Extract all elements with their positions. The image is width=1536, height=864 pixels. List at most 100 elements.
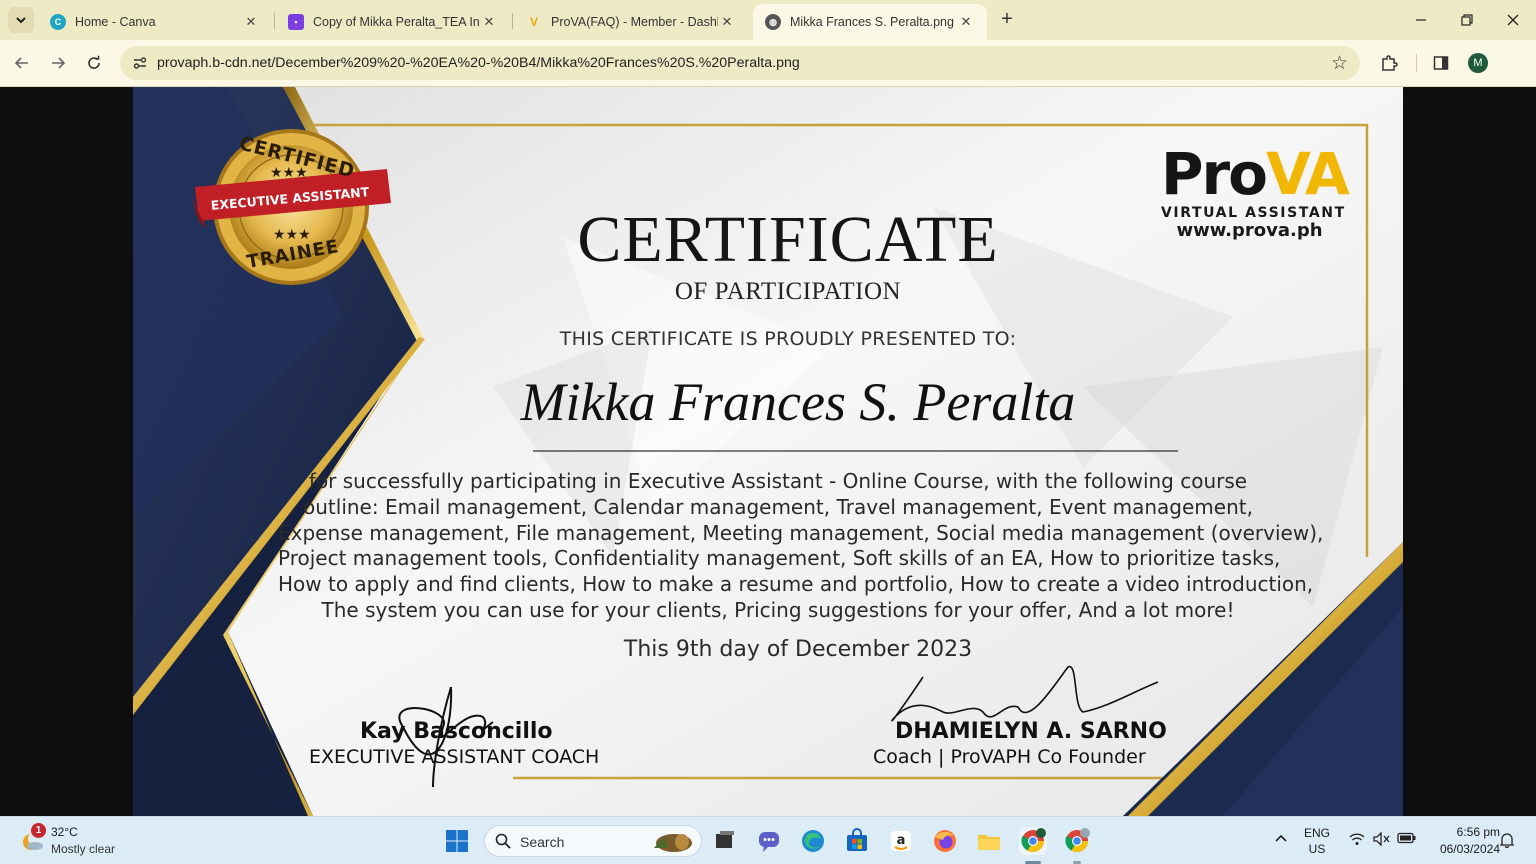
tab-title: Home - Canva <box>75 15 156 29</box>
taskbar: 1 32°C Mostly clear Search a ENG US 6:56… <box>0 816 1536 864</box>
body-line: Project management tools, Confidentialit… <box>278 546 1281 571</box>
clock-date: 06/03/2024 <box>1439 842 1500 856</box>
browser-toolbar: provaph.b-cdn.net/December%209%20-%20EA%… <box>0 40 1536 87</box>
puzzle-icon <box>1382 55 1398 71</box>
file-explorer-button[interactable] <box>975 827 1003 855</box>
tab-separator <box>512 13 513 29</box>
close-icon[interactable]: ✕ <box>718 14 736 30</box>
prova-icon: V <box>529 15 538 29</box>
system-clock[interactable]: 6:56 pm 06/03/2024 <box>1430 824 1500 858</box>
canva-icon: C <box>50 14 66 30</box>
tab-canva-home[interactable]: C Home - Canva ✕ <box>38 4 272 40</box>
teams-chat-button[interactable] <box>755 827 783 855</box>
chevron-up-icon <box>1275 834 1287 842</box>
tab-title: Copy of Mikka Peralta_TEA Interview <box>313 15 480 29</box>
signer-role-right: Coach | ProVAPH Co Founder <box>873 746 1146 768</box>
back-button[interactable] <box>10 51 34 75</box>
language-top: ENG <box>1304 826 1331 840</box>
chrome-button-active[interactable] <box>1019 827 1047 855</box>
reload-button[interactable] <box>82 51 106 75</box>
url-text[interactable]: provaph.b-cdn.net/December%209%20-%20EA%… <box>157 55 800 71</box>
body-line: for successfully participating in Execut… <box>308 469 1248 493</box>
language-bottom: US <box>1308 842 1326 856</box>
firefox-icon <box>934 830 956 852</box>
seal-stars-top: ★★★ <box>270 165 308 181</box>
side-panel-button[interactable] <box>1430 52 1452 74</box>
search-highlight-icon <box>654 834 692 852</box>
globe-icon: ◍ <box>765 14 781 30</box>
windows-start-icon[interactable] <box>445 829 469 853</box>
tab-title: ProVA(FAQ) - Member - Dashboard <box>551 15 718 29</box>
store-button[interactable] <box>843 827 871 855</box>
body-line: Expense management, File management, Mee… <box>278 520 1324 545</box>
close-icon[interactable]: ✕ <box>242 14 260 30</box>
svg-text:a: a <box>897 833 906 848</box>
body-line: The system you can use for your clients,… <box>321 597 1235 622</box>
show-hidden-icons[interactable] <box>1274 832 1288 846</box>
close-window-button[interactable] <box>1490 6 1536 34</box>
edge-button[interactable] <box>799 827 827 855</box>
language-indicator[interactable]: ENG US <box>1304 825 1330 857</box>
tab-canva-doc[interactable]: ▪ Copy of Mikka Peralta_TEA Interview ✕ <box>276 4 510 40</box>
close-icon <box>1507 14 1519 26</box>
chat-icon <box>759 832 779 852</box>
certificate-image: CERTIFIED ★★★ EXECUTIVE ASSISTANT ★★★ TR… <box>133 87 1403 816</box>
restore-button[interactable] <box>1444 6 1490 34</box>
toolbar-divider <box>1416 54 1417 72</box>
side-panel-icon <box>1433 56 1449 70</box>
date-line: This 9th day of December 2023 <box>623 637 973 662</box>
minimize-button[interactable] <box>1398 6 1444 34</box>
address-bar[interactable]: provaph.b-cdn.net/December%209%20-%20EA%… <box>120 46 1360 80</box>
folder-icon <box>978 835 1000 850</box>
wifi-status[interactable] <box>1349 832 1365 849</box>
recipient-name: Mikka Frances S. Peralta <box>520 372 1076 432</box>
task-view-icon <box>716 831 734 848</box>
minimize-icon <box>1416 19 1426 21</box>
site-info-icon[interactable] <box>132 55 148 71</box>
volume-status[interactable] <box>1373 831 1391 849</box>
battery-status[interactable] <box>1397 832 1417 847</box>
taskbar-search[interactable]: Search <box>484 825 702 857</box>
wifi-icon <box>1349 833 1365 845</box>
notifications-button[interactable] <box>1499 832 1515 851</box>
signer-name-left: Kay Basconcillo <box>360 719 553 744</box>
extensions-button[interactable] <box>1378 52 1400 74</box>
search-label: Search <box>520 834 565 850</box>
body-line: outline: Email management, Calendar mana… <box>303 494 1253 519</box>
tab-prova-dashboard[interactable]: V ProVA(FAQ) - Member - Dashboard ✕ <box>514 4 748 40</box>
close-icon[interactable]: ✕ <box>480 14 498 30</box>
weather-temperature[interactable]: 32°C <box>51 825 78 839</box>
amazon-button[interactable]: a <box>887 827 915 855</box>
signer-name-right: DHAMIELYN A. SARNO <box>895 719 1167 744</box>
edge-icon <box>802 830 824 852</box>
chrome-profile-icon <box>1065 828 1090 852</box>
weather-badge: 1 <box>31 823 46 838</box>
new-tab-button[interactable]: + <box>996 8 1018 30</box>
arrow-right-icon <box>52 57 66 69</box>
store-icon <box>847 828 867 851</box>
firefox-button[interactable] <box>931 827 959 855</box>
tab-separator <box>274 13 275 29</box>
tab-strip: C Home - Canva ✕ ▪ Copy of Mikka Peralta… <box>0 0 1536 40</box>
profile-avatar[interactable]: M <box>1468 53 1488 73</box>
volume-muted-icon <box>1373 831 1390 847</box>
certificate-subtitle: OF PARTICIPATION <box>674 278 902 305</box>
chrome-icon <box>1021 828 1046 852</box>
tab-certificate[interactable]: ◍ Mikka Frances S. Peralta.png (2... ✕ <box>753 4 987 40</box>
tab-title: Mikka Frances S. Peralta.png (2... <box>790 15 957 29</box>
search-icon <box>495 833 511 849</box>
forward-button[interactable] <box>46 51 70 75</box>
presented-to-text: THIS CERTIFICATE IS PROUDLY PRESENTED TO… <box>559 328 1017 350</box>
canva-doc-icon: ▪ <box>288 14 304 30</box>
weather-description[interactable]: Mostly clear <box>51 842 115 856</box>
certificate-body: for successfully participating in Execut… <box>278 469 1324 624</box>
close-icon[interactable]: ✕ <box>957 14 975 30</box>
signer-role-left: EXECUTIVE ASSISTANT COACH <box>309 746 600 768</box>
task-view-button[interactable] <box>711 827 739 855</box>
clock-time: 6:56 pm <box>1456 825 1500 839</box>
chrome-button-profile[interactable] <box>1063 827 1091 855</box>
battery-icon <box>1397 832 1416 844</box>
tab-search-button[interactable] <box>8 7 34 33</box>
bookmark-star-icon[interactable]: ☆ <box>1331 52 1348 75</box>
body-line: How to apply and find clients, How to ma… <box>278 572 1314 597</box>
